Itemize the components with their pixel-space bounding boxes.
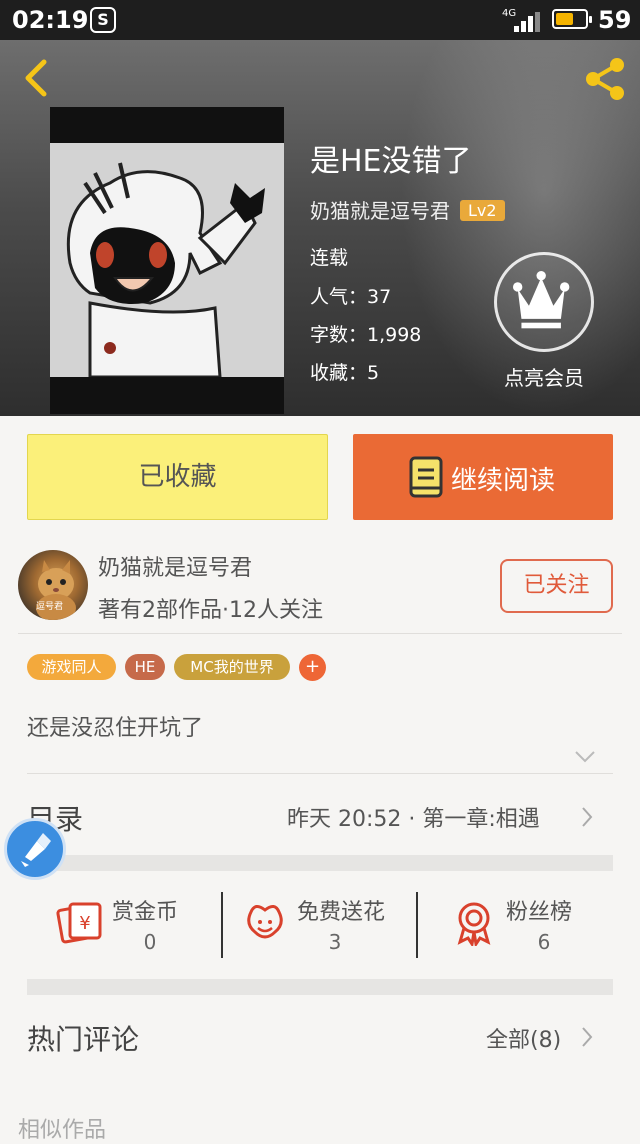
serial-status: 连载 xyxy=(310,247,349,269)
brush-icon xyxy=(21,833,51,867)
book-description: 还是没忍住开坑了 xyxy=(27,716,204,741)
battery-icon xyxy=(552,9,592,29)
vip-button[interactable] xyxy=(494,252,594,352)
back-arrow-icon[interactable] xyxy=(18,56,58,100)
divider xyxy=(221,892,223,958)
tag-game-fanfic[interactable]: 游戏同人 xyxy=(27,654,116,680)
fan-ranking-count: 6 xyxy=(537,930,551,954)
fan-ranking-icon xyxy=(457,902,491,946)
reward-coins-label: 赏金币 xyxy=(112,900,179,925)
author-name[interactable]: 奶猫就是逗号君 xyxy=(98,550,252,582)
fan-ranking-label: 粉丝榜 xyxy=(506,900,573,925)
level-badge: Lv2 xyxy=(460,200,505,221)
hot-comments-label: 热门评论 xyxy=(27,1023,140,1056)
divider xyxy=(416,892,418,958)
chevron-right-icon[interactable] xyxy=(580,1026,594,1048)
author-line: 奶猫就是逗号君 Lv2 xyxy=(310,195,505,224)
floating-assistant-button[interactable] xyxy=(4,818,66,880)
author-name-header[interactable]: 奶猫就是逗号君 xyxy=(310,199,450,223)
toc-latest-chapter[interactable]: 昨天 20:52 · 第一章:相遇 xyxy=(287,801,540,833)
svg-text:¥: ¥ xyxy=(79,913,90,934)
tag-he[interactable]: HE xyxy=(125,654,165,680)
word-count: 字数：1,998 xyxy=(310,324,422,346)
free-flower[interactable]: 免费送花 3 xyxy=(241,892,431,962)
status-bar: 02:19 S 4G 59 xyxy=(0,0,640,40)
chevron-right-icon[interactable] xyxy=(580,806,594,828)
fan-ranking[interactable]: 粉丝榜 6 xyxy=(450,892,640,962)
section-separator xyxy=(27,855,613,871)
favorite-count: 收藏：5 xyxy=(310,362,380,384)
cover-illustration xyxy=(50,143,284,377)
all-comments-link[interactable]: 全部(8) xyxy=(486,1022,561,1054)
similar-works-label: 相似作品 xyxy=(18,1118,107,1143)
book-title: 是HE没错了 xyxy=(310,144,472,179)
battery-fill xyxy=(556,13,573,25)
continue-reading-label: 继续阅读 xyxy=(451,466,556,496)
flower-icon xyxy=(247,905,283,939)
reward-coins[interactable]: ¥ 赏金币 0 xyxy=(56,892,246,962)
author-stats: 著有2部作品·12人关注 xyxy=(98,598,323,623)
favorited-button[interactable]: 已收藏 xyxy=(27,434,328,520)
reward-coins-count: 0 xyxy=(143,930,157,954)
clock: 02:19 xyxy=(12,6,89,34)
book-header: 是HE没错了 奶猫就是逗号君 Lv2 连载 人气：37 字数：1,998 收藏：5… xyxy=(0,40,640,416)
section-separator xyxy=(27,979,613,995)
divider xyxy=(18,633,622,634)
share-icon[interactable] xyxy=(580,54,630,104)
signal-icon xyxy=(506,12,540,32)
add-tag-button[interactable]: + xyxy=(299,654,326,681)
tag-minecraft[interactable]: MC我的世界 xyxy=(174,654,290,680)
following-button[interactable]: 已关注 xyxy=(500,559,613,613)
author-avatar[interactable]: 逗号君 xyxy=(18,550,88,620)
chevron-down-icon[interactable] xyxy=(574,750,596,764)
battery-percent: 59 xyxy=(598,6,632,34)
avatar-caption: 逗号君 xyxy=(36,602,64,612)
sogou-input-icon: S xyxy=(90,7,116,33)
book-cover[interactable] xyxy=(50,107,284,414)
book-icon xyxy=(409,456,443,498)
free-flower-label: 免费送花 xyxy=(297,900,386,925)
divider xyxy=(27,773,613,774)
popularity: 人气：37 xyxy=(310,286,392,308)
free-flower-count: 3 xyxy=(328,930,342,954)
crown-icon xyxy=(512,270,570,329)
reward-coin-icon: ¥ xyxy=(56,902,102,944)
continue-reading-button[interactable]: 继续阅读 xyxy=(353,434,613,520)
vip-label[interactable]: 点亮会员 xyxy=(474,362,614,391)
